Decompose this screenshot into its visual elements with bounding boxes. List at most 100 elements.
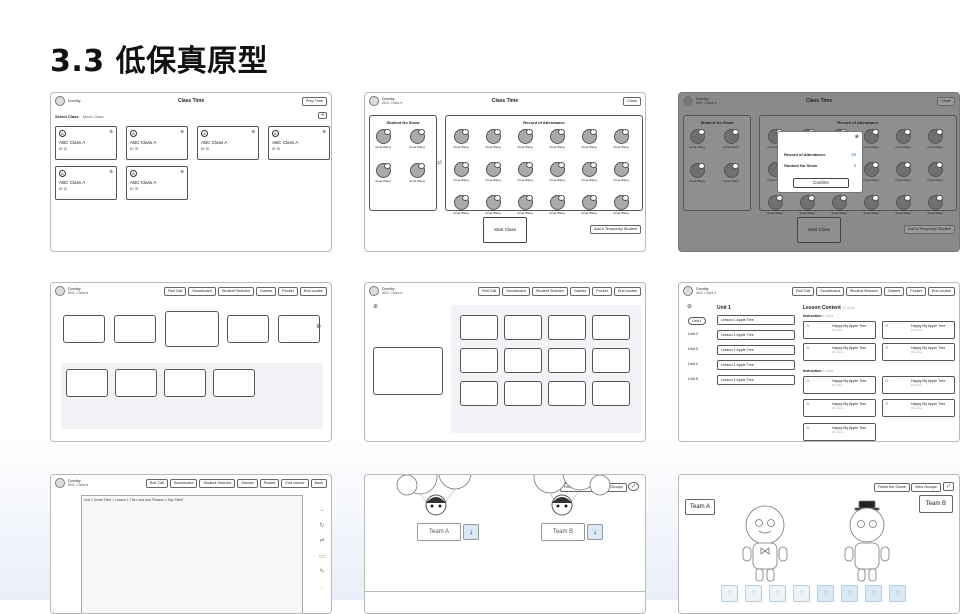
class-card[interactable]: A ⚙ ABC Class A 8Y 20 bbox=[268, 126, 330, 160]
student-avatar[interactable]: Anna Wang bbox=[548, 162, 566, 182]
team-b-label[interactable]: Team B bbox=[541, 523, 585, 541]
tray-card[interactable] bbox=[213, 369, 255, 397]
roll-call-button[interactable]: Roll Call bbox=[164, 286, 187, 296]
gear-icon[interactable]: ⚙ bbox=[322, 129, 326, 134]
student-avatar[interactable]: Anna Wang bbox=[484, 129, 502, 149]
avatar[interactable] bbox=[55, 286, 65, 296]
class-dropdown[interactable]: ABC Class ▾ bbox=[696, 101, 716, 105]
grid-card[interactable] bbox=[592, 348, 630, 373]
student-avatar[interactable]: Anna Wang bbox=[580, 129, 598, 149]
tray-card[interactable] bbox=[115, 369, 157, 397]
class-card[interactable]: A ⚙ ABC Class A 8Y 20 bbox=[126, 166, 188, 200]
avatar[interactable] bbox=[55, 478, 65, 488]
avatar[interactable] bbox=[369, 96, 379, 106]
slide-thumb[interactable] bbox=[227, 315, 269, 343]
avatar[interactable] bbox=[683, 286, 693, 296]
close-button[interactable]: Close bbox=[937, 96, 955, 106]
class-card[interactable]: A ⚙ ABC Class A 8Y 20 bbox=[55, 126, 117, 160]
start-class-button[interactable]: Start Class bbox=[483, 217, 527, 243]
face-icon[interactable]: ◌ bbox=[793, 585, 810, 602]
end-course-button[interactable]: End course bbox=[299, 286, 327, 296]
gear-icon[interactable]: ⚙ bbox=[251, 129, 255, 134]
student-avatar[interactable]: Anna Wang bbox=[926, 129, 944, 149]
text-icon[interactable]: ⇌ bbox=[319, 534, 325, 550]
grid-card[interactable] bbox=[592, 381, 630, 406]
roll-call-button[interactable]: Roll Call bbox=[792, 286, 815, 296]
student-avatar[interactable]: Anna Wang bbox=[516, 195, 534, 215]
grid-card[interactable] bbox=[504, 348, 542, 373]
pen-icon[interactable]: ✎ bbox=[319, 565, 325, 581]
lesson-item[interactable]: Lesson 1 Apple Tree bbox=[717, 345, 795, 355]
tray-card[interactable] bbox=[66, 369, 108, 397]
class-dropdown[interactable]: ABC Class ▾ bbox=[696, 291, 716, 295]
class-dropdown[interactable]: ABC Class ▾ bbox=[382, 291, 402, 295]
games-button[interactable]: Games bbox=[255, 286, 277, 296]
pocket-button[interactable]: Pocket bbox=[259, 478, 280, 488]
avatar[interactable] bbox=[369, 286, 379, 296]
team-b-down-icon[interactable]: ↓ bbox=[587, 524, 603, 540]
student-avatar[interactable]: Anna Wang bbox=[516, 162, 534, 182]
close-icon[interactable]: ⊗ bbox=[855, 134, 859, 140]
content-item[interactable]: ✩ Happy My Apple Tree 15 mins bbox=[803, 343, 876, 361]
grid-card[interactable] bbox=[504, 315, 542, 340]
class-dropdown[interactable]: ABC Class ▾ bbox=[68, 291, 88, 295]
unit-tab[interactable]: Unit 5 bbox=[688, 377, 698, 381]
grid-card[interactable] bbox=[548, 348, 586, 373]
student-avatar[interactable]: Anna Wang bbox=[612, 162, 630, 182]
avatar[interactable] bbox=[683, 96, 693, 106]
student-avatar[interactable]: Anna Wang bbox=[484, 162, 502, 182]
grid-card[interactable] bbox=[592, 315, 630, 340]
unit-tab[interactable]: Unit 2 bbox=[688, 332, 698, 336]
avatar[interactable] bbox=[55, 96, 65, 106]
student-avatar[interactable]: Anna Wang bbox=[408, 163, 426, 183]
student-avatar[interactable]: Anna Wang bbox=[516, 129, 534, 149]
add-temporary-student-button[interactable]: Add a Temporary Student bbox=[904, 225, 955, 234]
grid-card[interactable] bbox=[460, 348, 498, 373]
games-button[interactable]: Games bbox=[237, 478, 258, 488]
scoreboard-button[interactable]: Scoreboard bbox=[188, 286, 216, 296]
student-avatar[interactable]: Anna Wang bbox=[766, 195, 784, 215]
prep-time-button[interactable]: Prep Time bbox=[301, 96, 327, 106]
scoreboard-button[interactable]: Scoreboard bbox=[502, 286, 530, 296]
end-course-button[interactable]: End course bbox=[927, 286, 955, 296]
tray-card[interactable] bbox=[164, 369, 206, 397]
slide-thumb-selected[interactable] bbox=[165, 311, 219, 347]
class-dropdown[interactable]: ABC Class ▾ bbox=[68, 483, 88, 487]
team-a-down-icon[interactable]: ↓ bbox=[463, 524, 479, 540]
gear-icon[interactable]: ⚙ bbox=[180, 169, 184, 174]
class-card[interactable]: A ⚙ ABC Class A 8Y 20 bbox=[55, 166, 117, 200]
student-avatar[interactable]: Anna Wang bbox=[862, 195, 880, 215]
camera-icon[interactable]: ▭ bbox=[319, 550, 325, 566]
student-avatar[interactable]: Anna Wang bbox=[580, 195, 598, 215]
student-avatar[interactable]: Anna Wang bbox=[722, 163, 740, 183]
grid-card[interactable] bbox=[460, 315, 498, 340]
lesson-item[interactable]: Lesson 1 Apple Tree bbox=[717, 315, 795, 325]
pocket-button[interactable]: Pocket bbox=[278, 286, 298, 296]
class-card[interactable]: A ⚙ ABC Class A 8Y 20 bbox=[197, 126, 259, 160]
student-avatar[interactable]: Anna Wang bbox=[408, 129, 426, 149]
student-selector-button[interactable]: Student Selector bbox=[845, 286, 882, 296]
content-item[interactable]: ✩ Happy My Apple Tree 15 mins bbox=[882, 321, 955, 339]
unit-tab[interactable]: Unit 4 bbox=[688, 362, 698, 366]
student-selector-button[interactable]: Student Selector bbox=[199, 478, 236, 488]
games-button[interactable]: Games bbox=[883, 286, 905, 296]
student-avatar[interactable]: Anna Wang bbox=[452, 162, 470, 182]
unit-tab[interactable]: Unit 3 bbox=[688, 347, 698, 351]
confirm-button[interactable]: Confirm bbox=[793, 178, 849, 188]
tab-select-class[interactable]: Select Class bbox=[55, 114, 79, 119]
end-course-button[interactable]: End course bbox=[613, 286, 641, 296]
student-avatar[interactable]: Anna Wang bbox=[374, 163, 392, 183]
gear-icon[interactable]: ⚙ bbox=[180, 129, 184, 134]
class-card[interactable]: A ⚙ ABC Class A 8Y 20 bbox=[126, 126, 188, 160]
roll-call-button[interactable]: Roll Call bbox=[478, 286, 501, 296]
card-icon[interactable]: ◌ bbox=[721, 585, 738, 602]
content-item[interactable]: ✩ Happy My Apple Tree 15 mins bbox=[882, 399, 955, 417]
student-avatar[interactable]: Anna Wang bbox=[722, 129, 740, 149]
eraser-icon[interactable]: ◌ bbox=[319, 581, 325, 597]
grid-card[interactable] bbox=[548, 381, 586, 406]
student-avatar[interactable]: Anna Wang bbox=[452, 129, 470, 149]
grid-card[interactable] bbox=[548, 315, 586, 340]
slide-thumb[interactable] bbox=[63, 315, 105, 343]
next-arrow-icon[interactable]: ⊕ bbox=[316, 323, 321, 330]
box-icon[interactable]: ◌ bbox=[817, 585, 834, 602]
